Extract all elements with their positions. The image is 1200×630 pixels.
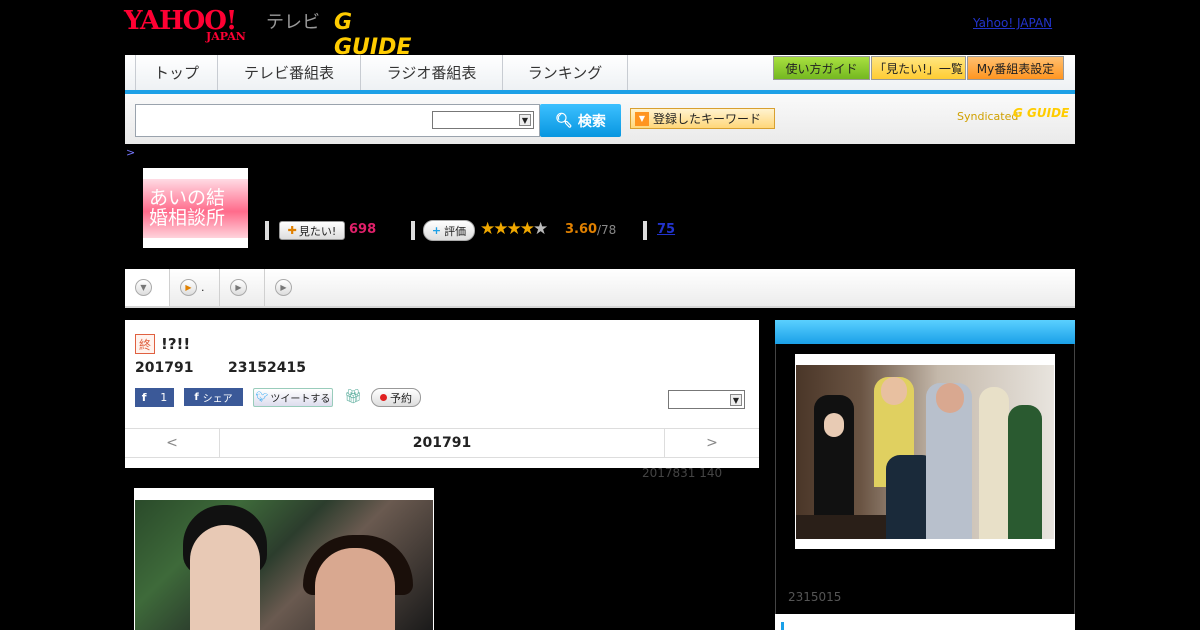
dropdown-arrow-icon: ▼ [635, 111, 649, 126]
star-icon: ★ [533, 219, 548, 239]
facebook-share-button[interactable]: f シェア [184, 388, 243, 406]
gguide-logo-text: G GUIDE [334, 10, 412, 60]
star-icon: ★ [493, 219, 508, 239]
divider [265, 221, 269, 240]
facebook-icon: f [141, 391, 147, 404]
breadcrumb: > [126, 146, 136, 159]
facebook-share-label: シェア [202, 393, 233, 405]
search-category-select[interactable]: ▼ [432, 111, 534, 129]
tv-label[interactable]: テレビ [266, 8, 320, 34]
main-nav: トップ テレビ番組表 ラジオ番組表 ランキング 使い方ガイド 「見たい!」一覧 … [125, 55, 1075, 94]
mitai-button[interactable]: ✚ 見たい! [279, 221, 345, 240]
record-dot-icon [380, 394, 387, 401]
photo-figure [936, 383, 964, 413]
star-icon: ★ [519, 219, 535, 239]
previous-episode-button[interactable]: < [125, 429, 220, 457]
rate-button-label: 評価 [444, 224, 467, 238]
my-listings-settings-button[interactable]: My番組表設定 [967, 56, 1064, 80]
photo-figure [315, 548, 395, 630]
update-note: 2017831 140 [642, 466, 723, 480]
tweet-button[interactable]: 🐦︎ ツイートする [253, 388, 333, 407]
gift-icon[interactable]: 🎁︎ [344, 389, 362, 405]
facebook-icon: f [194, 391, 199, 403]
star-icon: ★ [480, 219, 495, 239]
usage-guide-button[interactable]: 使い方ガイド [773, 56, 870, 80]
episode-title: !?!! [161, 335, 191, 353]
photo-figure [881, 377, 907, 405]
episode-date: 201791 [135, 360, 194, 376]
photo-figure [1008, 405, 1042, 539]
photo-figure [796, 515, 886, 539]
yahoo-japan-logo[interactable]: YAHOO! JAPAN [124, 6, 264, 43]
play-icon: ▶ [230, 279, 247, 296]
next-episode-button[interactable]: > [664, 429, 759, 457]
tab-episodes[interactable]: ▶ . [170, 269, 220, 306]
chevron-down-icon: ▼ [135, 279, 152, 296]
search-icon: 🔍︎ [555, 112, 573, 129]
sidebar-note: 2315015 [788, 590, 842, 604]
chevron-down-icon: ▼ [730, 394, 742, 406]
record-reservation-button[interactable]: 予約 [371, 388, 421, 407]
reservation-label: 予約 [390, 391, 412, 405]
syndicated-gguide-logo: G GUIDE [1013, 106, 1070, 120]
episode-time: 23152415 [228, 360, 306, 376]
divider [643, 221, 647, 240]
cast-photo[interactable] [795, 354, 1055, 549]
search-button[interactable]: 🔍︎ 検索 [540, 104, 621, 137]
play-icon: ▶ [275, 279, 292, 296]
mitai-button-label: 見たい! [298, 224, 337, 238]
plus-icon: + [431, 224, 442, 237]
yahoo-logo-sub: JAPAN [206, 30, 246, 43]
saved-keywords-button[interactable]: ▼ 登録したキーワード [630, 108, 775, 129]
gguide-logo[interactable]: G GUIDE [334, 6, 434, 60]
divider [411, 221, 415, 240]
episode-select[interactable]: ▼ [668, 390, 745, 409]
sidebar-header [775, 320, 1075, 344]
episode-photo [134, 488, 434, 630]
twitter-icon: 🐦︎ [255, 392, 269, 403]
sidebar-bottom-panel [775, 614, 1075, 630]
nav-tab-top[interactable]: トップ [135, 55, 218, 90]
photo-figure [190, 525, 260, 630]
rate-button[interactable]: + 評価 [423, 220, 475, 241]
tab-cast[interactable]: ▶ [220, 269, 265, 306]
facebook-like-button[interactable]: f 1 [135, 388, 174, 407]
syndicated-label: Syndicated [957, 110, 1019, 123]
tab-reviews[interactable]: ▶ [265, 269, 310, 306]
search-button-label: 検索 [577, 113, 606, 130]
play-icon: ▶ [180, 279, 197, 296]
star-icon: ★ [506, 219, 522, 239]
rating-score: 3.60 [565, 222, 598, 237]
mitai-list-button[interactable]: 「見たい!」一覧 [871, 56, 966, 80]
tab-episodes-label: . [201, 281, 205, 294]
nav-tab-tv-listings[interactable]: テレビ番組表 [218, 55, 361, 90]
tweet-button-label: ツイートする [270, 394, 331, 405]
photo-figure [979, 387, 1009, 539]
program-thumbnail-title: あいの結婚相談所 [149, 187, 226, 229]
search-bar: ▼ 🔍︎ 検索 ▼ 登録したキーワード Syndicated G GUIDE [125, 94, 1075, 144]
end-badge: 終 [135, 334, 155, 354]
nav-tab-ranking[interactable]: ランキング [503, 55, 628, 90]
saved-keywords-label: 登録したキーワード [653, 112, 762, 126]
nav-tab-radio-listings[interactable]: ラジオ番組表 [361, 55, 503, 90]
yahoo-japan-link[interactable]: Yahoo! JAPAN [973, 16, 1052, 30]
photo-figure [824, 413, 844, 437]
program-thumbnail[interactable]: あいの結婚相談所 [143, 168, 248, 248]
mitai-count: 698 [349, 222, 377, 237]
episode-pager: < 201791 > [125, 428, 759, 458]
facebook-like-count: 1 [160, 391, 168, 404]
chevron-down-icon: ▼ [519, 114, 531, 126]
pager-current-date: 201791 [412, 435, 472, 451]
program-tab-strip: ▼ ▶ . ▶ ▶ [125, 269, 1075, 308]
review-count-link[interactable]: 75 [657, 222, 675, 237]
episode-panel: 終 !?!! 201791 23152415 f 1 f シェア 🐦︎ ツイート… [125, 320, 759, 468]
tab-overview[interactable]: ▼ [125, 269, 170, 306]
rating-stars: ★★★★★ [480, 219, 548, 239]
rating-count: /78 [597, 223, 617, 237]
plus-icon: ✚ [287, 224, 297, 237]
divider [781, 622, 784, 630]
